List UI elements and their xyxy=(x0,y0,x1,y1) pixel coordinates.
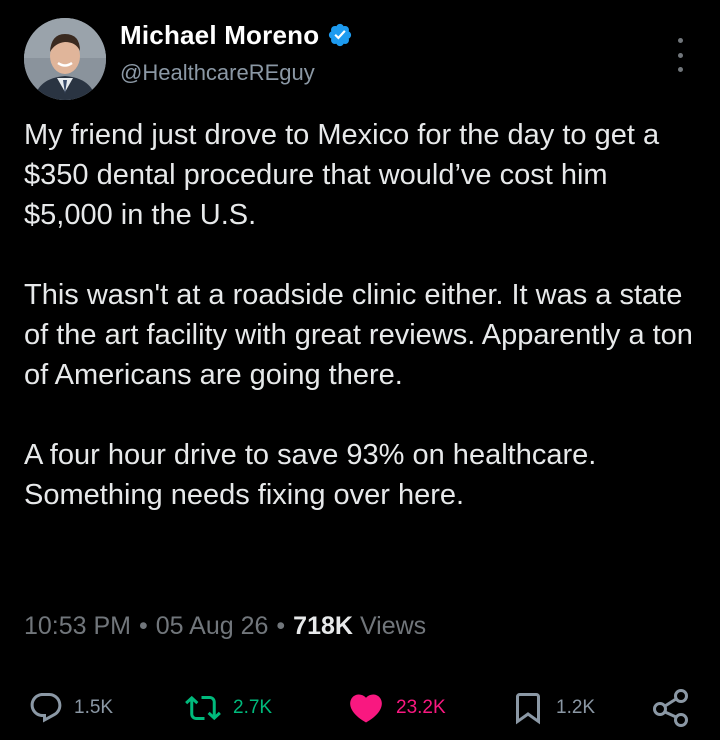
views-count[interactable]: 718K xyxy=(293,612,353,641)
tweet-paragraph: This wasn't at a roadside clinic either.… xyxy=(24,279,693,391)
tweet-paragraph: A four hour drive to save 93% on healthc… xyxy=(24,439,597,511)
author-handle[interactable]: @HealthcareREguy xyxy=(120,60,315,86)
verified-badge-icon xyxy=(329,23,352,47)
reply-button[interactable]: 1.5K xyxy=(28,688,113,728)
like-button[interactable]: 23.2K xyxy=(346,688,446,728)
bookmark-icon xyxy=(516,693,540,725)
repost-count: 2.7K xyxy=(233,697,273,718)
tweet-time[interactable]: 10:53 PM xyxy=(24,612,131,641)
views-label: Views xyxy=(359,612,427,640)
author-name-row[interactable]: Michael Moreno xyxy=(120,18,353,52)
action-bar: 1.5K 2.7K 23.2K 1.2K xyxy=(28,688,696,728)
more-options-icon[interactable] xyxy=(670,38,690,72)
meta-separator: • xyxy=(276,612,286,640)
tweet-text: My friend just drove to Mexico for the d… xyxy=(24,115,704,515)
tweet-paragraph: My friend just drove to Mexico for the d… xyxy=(24,119,660,231)
tweet-meta: 10:53 PM • 05 Aug 26 • 718K Views xyxy=(24,612,426,641)
like-count: 23.2K xyxy=(396,697,446,718)
share-icon xyxy=(653,689,688,727)
reply-icon xyxy=(30,693,62,723)
repost-button[interactable]: 2.7K xyxy=(183,688,272,728)
avatar[interactable] xyxy=(24,18,106,100)
profile-photo xyxy=(24,18,106,100)
author-name[interactable]: Michael Moreno xyxy=(120,20,319,51)
share-button[interactable] xyxy=(650,688,692,728)
repost-icon xyxy=(185,695,221,721)
meta-separator: • xyxy=(139,612,148,640)
tweet-date[interactable]: 05 Aug 26 xyxy=(156,612,269,641)
bookmark-button[interactable]: 1.2K xyxy=(510,688,595,728)
reply-count: 1.5K xyxy=(74,697,114,718)
bookmark-count: 1.2K xyxy=(556,697,596,718)
heart-icon xyxy=(350,694,382,723)
